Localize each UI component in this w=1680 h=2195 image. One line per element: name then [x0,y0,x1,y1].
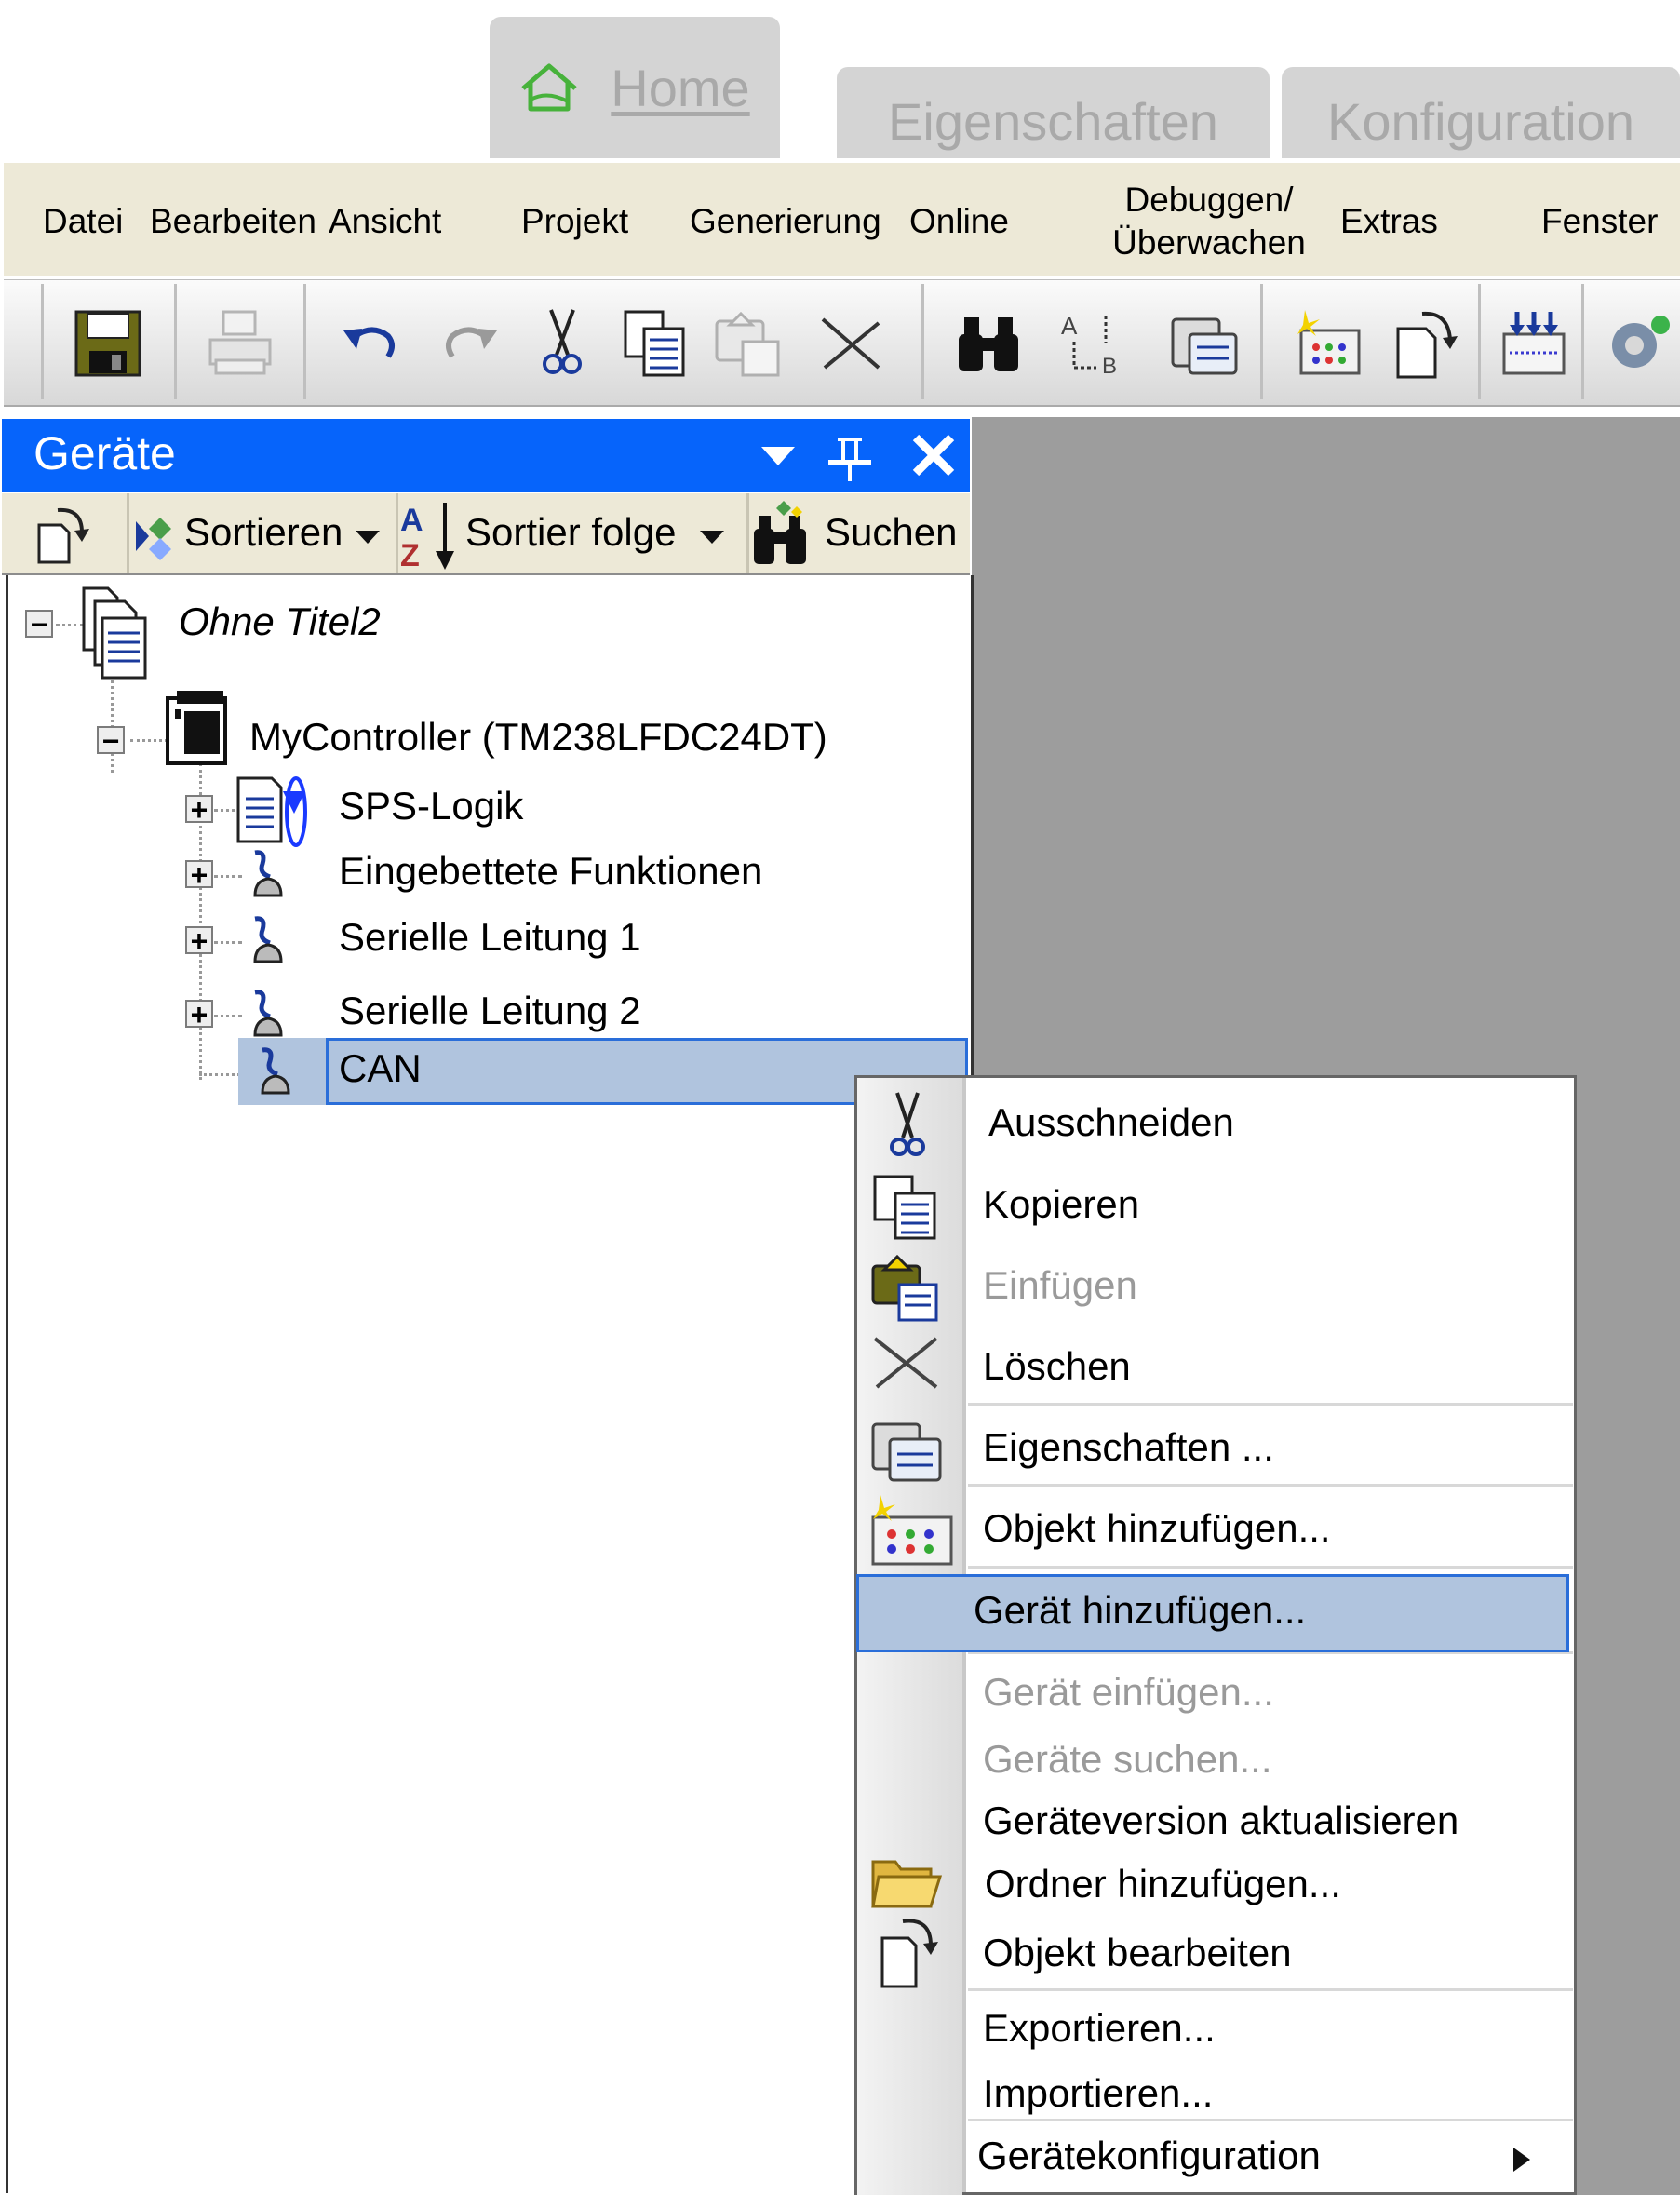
plc-logic-icon [236,776,307,847]
tree-root-label[interactable]: Ohne Titel2 [179,599,381,644]
expand-toggle[interactable]: + [185,926,213,956]
menu-item-ordner-hinzufuegen[interactable]: Ordner hinzufügen... [985,1862,1341,1906]
gear-icon[interactable] [1603,306,1677,381]
panel-title-text: Geräte [34,427,176,479]
menu-item-loeschen[interactable]: Löschen [983,1344,1131,1389]
menu-item-eigenschaften[interactable]: Eigenschaften ... [983,1425,1274,1470]
menu-item-geraetekonfiguration[interactable]: Gerätekonfiguration [977,2134,1321,2178]
copy-icon [873,1175,936,1240]
tree-item-serielle-leitung-2[interactable]: Serielle Leitung 2 [339,989,641,1033]
chevron-down-icon[interactable] [698,529,726,545]
tree-controller-label[interactable]: MyController (TM238LFDC24DT) [249,715,827,760]
copy-icon[interactable] [618,306,692,381]
close-icon[interactable] [910,434,957,477]
connector-icon [253,990,283,1037]
add-object-icon[interactable] [1292,306,1366,381]
delete-icon[interactable] [813,306,888,381]
delete-icon [873,1337,938,1389]
print-icon[interactable] [203,306,277,381]
tab-konfiguration[interactable]: Konfiguration [1282,67,1680,158]
expand-toggle[interactable]: + [185,795,213,825]
menu-debuggen-line1: Debuggen/ [1124,181,1294,219]
menu-fenster[interactable]: Fenster [1541,200,1658,243]
edit-object-icon[interactable] [1391,306,1465,381]
cut-icon[interactable] [525,306,599,381]
controller-icon [166,691,227,765]
chevron-down-icon[interactable] [354,529,382,545]
sort-order-button-label[interactable]: Sortier folge [465,510,676,555]
menu-extras[interactable]: Extras [1340,200,1438,243]
svg-text:A: A [400,503,423,538]
tree-item-serielle-leitung-1[interactable]: Serielle Leitung 1 [339,915,641,960]
home-icon [521,63,577,112]
menu-projekt[interactable]: Projekt [521,200,628,243]
dropdown-arrow-icon[interactable] [759,445,797,467]
project-icon [82,586,147,680]
menu-item-einfuegen[interactable]: Einfügen [983,1263,1137,1308]
paste-icon [871,1254,938,1322]
menu-item-exportieren[interactable]: Exportieren... [983,2006,1216,2051]
menu-bearbeiten[interactable]: Bearbeiten [150,200,316,243]
tree-item-sps-logik[interactable]: SPS-Logik [339,784,523,828]
collapse-toggle[interactable]: − [97,726,125,756]
svg-text:Z: Z [400,538,420,573]
connector-icon [253,850,283,897]
menu-ansicht[interactable]: Ansicht [329,200,441,243]
pin-icon[interactable] [825,434,875,482]
add-object-icon [871,1495,953,1566]
menu-debuggen[interactable]: Debuggen/ Überwachen [1102,179,1316,264]
menu-item-objekt-hinzufuegen[interactable]: Objekt hinzufügen... [983,1506,1331,1551]
edit-object-icon[interactable] [34,505,95,566]
paste-icon[interactable] [711,306,786,381]
svg-text:B: B [1102,354,1117,379]
menu-item-geraet-einfuegen[interactable]: Gerät einfügen... [983,1670,1274,1715]
menu-datei[interactable]: Datei [43,200,123,243]
download-icon[interactable] [1497,306,1571,381]
connector-icon [261,1047,290,1095]
binoculars-icon[interactable] [750,499,812,568]
tree-item-eingebettete-funktionen[interactable]: Eingebettete Funktionen [339,849,762,894]
menu-online[interactable]: Online [909,200,1009,243]
expand-toggle[interactable]: + [185,1000,213,1030]
redo-icon[interactable] [432,306,506,381]
menu-item-geraeteversion-aktualisieren[interactable]: Geräteversion aktualisieren [983,1798,1458,1843]
menu-debuggen-line2: Überwachen [1112,223,1306,262]
sort-order-icon[interactable]: A Z [398,499,464,573]
sort-icon[interactable] [132,512,182,562]
menu-item-geraete-suchen[interactable]: Geräte suchen... [983,1737,1272,1782]
save-icon[interactable] [71,306,145,381]
menu-item-ausschneiden[interactable]: Ausschneiden [988,1100,1234,1145]
properties-icon[interactable] [1167,306,1242,381]
svg-text:A: A [1061,312,1078,340]
expand-toggle[interactable]: + [185,860,213,890]
collapse-toggle[interactable]: − [25,610,53,640]
connector-icon [253,916,283,963]
cut-icon [890,1092,925,1156]
tab-home-label: Home [611,58,750,117]
devices-panel-title: Geräte [2,419,970,492]
tab-eigenschaften[interactable]: Eigenschaften [837,67,1270,158]
replace-icon[interactable]: A B [1055,306,1130,381]
toolbar: A B [4,279,1680,407]
undo-icon[interactable] [334,306,409,381]
menu-generierung[interactable]: Generierung [690,200,881,243]
menu-item-geraet-hinzufuegen[interactable]: Gerät hinzufügen... [974,1588,1306,1633]
properties-icon [871,1422,942,1482]
menu-item-importieren[interactable]: Importieren... [983,2071,1213,2116]
menu-item-objekt-bearbeiten[interactable]: Objekt bearbeiten [983,1931,1292,1975]
folder-icon [871,1860,943,1908]
tree-item-can[interactable]: CAN [339,1046,422,1091]
menu-item-kopieren[interactable]: Kopieren [983,1182,1139,1227]
sort-button-label[interactable]: Sortieren [184,510,343,555]
devices-toolbar: Sortieren A Z Sortier folge Suchen [2,493,970,575]
tab-home[interactable]: Home [490,17,780,158]
menu-bar: Datei Bearbeiten Ansicht Projekt Generie… [4,163,1680,276]
binoculars-icon[interactable] [951,306,1026,381]
search-button-label[interactable]: Suchen [825,510,957,555]
edit-object-icon [880,1919,938,1988]
submenu-arrow-icon [1513,2148,1530,2172]
